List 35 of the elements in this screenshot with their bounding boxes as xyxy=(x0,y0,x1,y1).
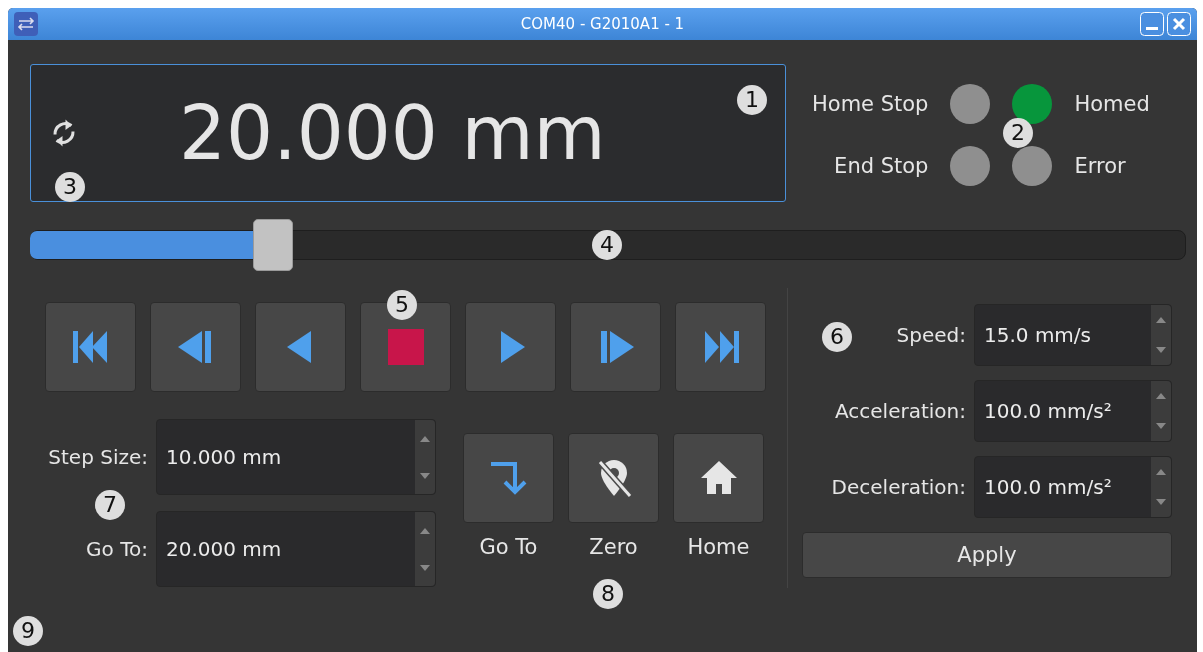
minimize-icon[interactable] xyxy=(1140,12,1164,36)
button-caption: Home xyxy=(687,535,750,559)
forward-button[interactable] xyxy=(465,302,556,392)
home-button[interactable] xyxy=(673,433,764,523)
window-title: COM40 - G2010A1 - 1 xyxy=(519,15,686,33)
indicator-label: Homed xyxy=(1074,92,1150,116)
step-back-button[interactable] xyxy=(150,302,241,392)
spin-box[interactable]: 100.0 mm/s² xyxy=(974,380,1172,442)
field-label: Deceleration: xyxy=(831,475,966,499)
spin-box[interactable]: 10.000 mm xyxy=(156,419,436,495)
field-label: Go To: xyxy=(85,537,148,561)
app-icon[interactable] xyxy=(14,12,38,36)
spin-box[interactable]: 100.0 mm/s² xyxy=(974,456,1172,518)
close-icon[interactable] xyxy=(1167,12,1191,36)
first-button[interactable] xyxy=(45,302,136,392)
button-caption: Go To xyxy=(479,535,538,559)
slider-handle[interactable] xyxy=(252,219,293,271)
back-button[interactable] xyxy=(255,302,346,392)
spin-box[interactable]: 15.0 mm/s xyxy=(974,304,1172,366)
indicator-label: Home Stop xyxy=(812,92,929,116)
indicator-label: Error xyxy=(1074,154,1127,178)
field-label: Speed: xyxy=(896,323,966,347)
indicator-label: End Stop xyxy=(833,154,929,178)
apply-button[interactable]: Apply xyxy=(802,532,1172,578)
goto-button[interactable] xyxy=(463,433,554,523)
step-forward-button[interactable] xyxy=(570,302,661,392)
last-button[interactable] xyxy=(675,302,766,392)
zero-button[interactable] xyxy=(568,433,659,523)
field-label: Acceleration: xyxy=(835,399,966,423)
stop-icon xyxy=(385,327,426,367)
spin-box[interactable]: 20.000 mm xyxy=(156,511,436,587)
button-caption: Zero xyxy=(589,535,638,559)
position-readout: 20.000 mm xyxy=(179,96,606,170)
field-label: Step Size: xyxy=(47,445,148,469)
position-slider[interactable] xyxy=(30,218,1186,272)
